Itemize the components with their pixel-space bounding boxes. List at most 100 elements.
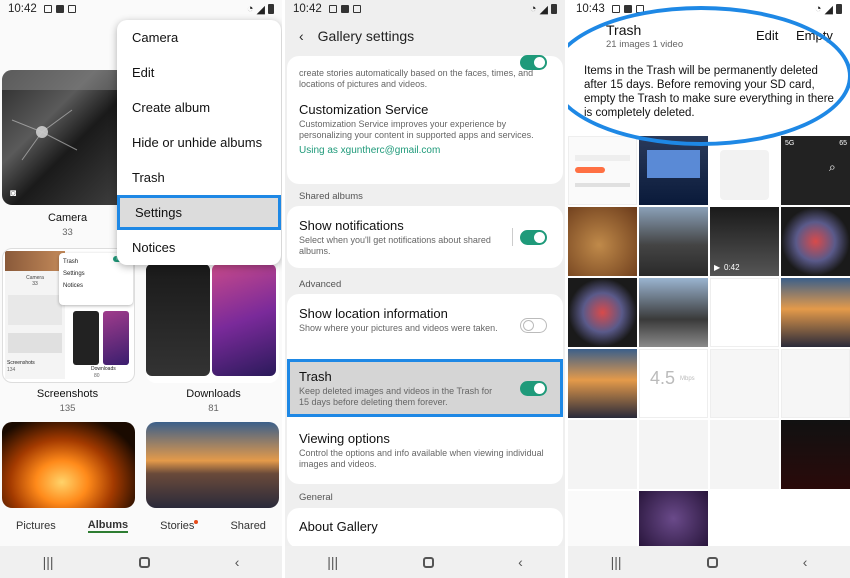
mini-downloads-label: Downloads <box>91 366 116 372</box>
thumb-speedtest[interactable]: 4.5 Mbps <box>639 349 708 418</box>
menu-edit[interactable]: Edit <box>117 55 281 90</box>
system-nav-bar: ||| ‹ <box>285 546 565 578</box>
phone-black-image <box>146 264 210 376</box>
new-dot-icon <box>194 520 199 524</box>
notifications-row[interactable]: Show notifications Select when you'll ge… <box>299 218 501 257</box>
album-count-screenshots: 135 <box>59 403 76 414</box>
menu-create-album[interactable]: Create album <box>117 90 281 125</box>
home-icon[interactable] <box>138 556 150 568</box>
trash-desc: Keep deleted images and videos in the Tr… <box>299 386 493 407</box>
album-thumb-fire[interactable] <box>2 422 135 508</box>
menu-settings[interactable]: Settings <box>117 195 281 230</box>
album-thumb-screenshots[interactable]: Camera 33 Trash Settings Notices NEW Scr… <box>2 248 135 383</box>
thumb-settings-list-3[interactable] <box>568 420 637 489</box>
trash-thumbnail-grid: 5G 65 ⌕ ▶ 0:42 4.5 Mbps <box>568 136 850 560</box>
gallery-notification-icon <box>55 5 64 13</box>
mini-screenshots-label: Screenshots <box>7 360 35 366</box>
phone-wallpaper-image <box>212 264 276 376</box>
thumb-settings-list-4[interactable] <box>639 420 708 489</box>
album-thumb-downloads[interactable] <box>146 248 279 383</box>
thumb-hat-graphic-2[interactable] <box>568 278 637 347</box>
thumb-mountain[interactable] <box>781 278 850 347</box>
thumb-status-battery: 65 <box>839 140 847 147</box>
album-name-camera: Camera <box>47 212 88 224</box>
wifi-icon: ◔ <box>246 3 254 15</box>
search-icon: ⌕ <box>829 160 836 174</box>
about-title: About Gallery <box>299 519 378 534</box>
thumb-truck-2[interactable] <box>639 278 708 347</box>
mini-menu-notices: Notices <box>63 283 84 289</box>
tab-pictures[interactable]: Pictures <box>16 520 56 532</box>
thumb-conference-stage[interactable] <box>639 136 708 205</box>
viewing-options-row[interactable]: Viewing options Control the options and … <box>299 431 555 470</box>
tab-stories-wrap: Stories <box>160 520 199 532</box>
thumb-settings-screenshot[interactable] <box>568 136 637 205</box>
status-time: 10:43 <box>576 3 605 15</box>
wifi-icon: ◔ <box>529 3 537 15</box>
location-toggle[interactable] <box>520 318 547 333</box>
wifi-icon: ◔ <box>814 3 822 15</box>
battery-icon <box>268 4 274 14</box>
overflow-menu: Camera Edit Create album Hide or unhide … <box>117 20 281 265</box>
album-thumb-camera[interactable]: ◙ <box>2 70 135 205</box>
camera-small-icon: ◙ <box>10 188 17 199</box>
thumb-dark-scene[interactable] <box>781 420 850 489</box>
system-nav-bar: ||| ‹ <box>0 546 282 578</box>
menu-notices[interactable]: Notices <box>117 230 281 265</box>
recents-icon[interactable]: ||| <box>327 554 338 570</box>
thumb-settings-list[interactable] <box>710 349 779 418</box>
gallery-settings-screen: 10:42 ◔ ◢ ‹ Gallery settings create stor… <box>285 0 565 578</box>
cracked-phone-photo <box>2 70 135 161</box>
page-title: Trash <box>606 22 642 38</box>
back-icon[interactable]: ‹ <box>235 554 240 570</box>
trash-screen: 10:43 ◔ ◢ Trash 21 images 1 video Edit E… <box>568 0 850 578</box>
thumb-phone-homescreen[interactable]: 5G 65 ⌕ <box>781 136 850 205</box>
signal-icon: ◢ <box>824 3 833 16</box>
thumb-mountain-2[interactable] <box>568 349 637 418</box>
location-title: Show location information <box>299 306 448 321</box>
customization-row[interactable]: Customization Service Customization Serv… <box>299 102 555 156</box>
stories-row[interactable]: create stories automatically based on th… <box>299 66 555 90</box>
thumb-truck[interactable] <box>639 207 708 276</box>
phone-back-preview <box>73 311 99 365</box>
thumb-blank-screen[interactable] <box>710 278 779 347</box>
notifications-toggle[interactable] <box>520 230 547 245</box>
thumb-phone-app-list[interactable] <box>710 136 779 205</box>
notification-icon <box>328 5 337 13</box>
recents-icon[interactable]: ||| <box>611 554 622 570</box>
customization-desc: Customization Service improves your expe… <box>299 119 534 140</box>
thumb-hat-graphic[interactable] <box>781 207 850 276</box>
about-row[interactable]: About Gallery <box>299 519 555 534</box>
home-icon[interactable] <box>422 556 434 568</box>
status-bar: 10:43 ◔ ◢ <box>568 0 850 18</box>
tab-albums[interactable]: Albums <box>87 519 129 533</box>
tab-shared[interactable]: Shared <box>230 520 265 532</box>
trash-row[interactable]: Trash Keep deleted images and videos in … <box>299 369 501 408</box>
thumb-settings-list-2[interactable] <box>781 349 850 418</box>
album-thumb-mountain[interactable] <box>146 422 279 508</box>
back-icon[interactable]: ‹ <box>803 554 808 570</box>
stories-toggle[interactable] <box>520 55 547 70</box>
back-arrow-icon[interactable]: ‹ <box>299 28 304 44</box>
menu-hide-albums[interactable]: Hide or unhide albums <box>117 125 281 160</box>
edit-button[interactable]: Edit <box>756 28 778 43</box>
speed-unit: Mbps <box>680 376 695 382</box>
thumb-sandwich[interactable] <box>568 207 637 276</box>
menu-trash[interactable]: Trash <box>117 160 281 195</box>
page-title: Gallery settings <box>317 28 415 44</box>
thumb-status-5g: 5G <box>785 140 795 147</box>
menu-camera[interactable]: Camera <box>117 20 281 55</box>
thumb-settings-list-5[interactable] <box>710 420 779 489</box>
status-bar: 10:42 ◔ ◢ <box>0 0 282 18</box>
tab-stories[interactable]: Stories <box>160 520 194 532</box>
trash-toggle[interactable] <box>520 381 547 396</box>
location-row[interactable]: Show location information Show where you… <box>299 306 501 334</box>
status-time: 10:42 <box>8 3 37 15</box>
thumb-car-dashboard-video[interactable]: ▶ 0:42 <box>710 207 779 276</box>
empty-button[interactable]: Empty <box>796 28 833 43</box>
battery-icon <box>551 4 557 14</box>
recents-icon[interactable]: ||| <box>43 554 54 570</box>
gallery-notification-icon <box>623 5 632 13</box>
home-icon[interactable] <box>706 556 718 568</box>
back-icon[interactable]: ‹ <box>518 554 523 570</box>
